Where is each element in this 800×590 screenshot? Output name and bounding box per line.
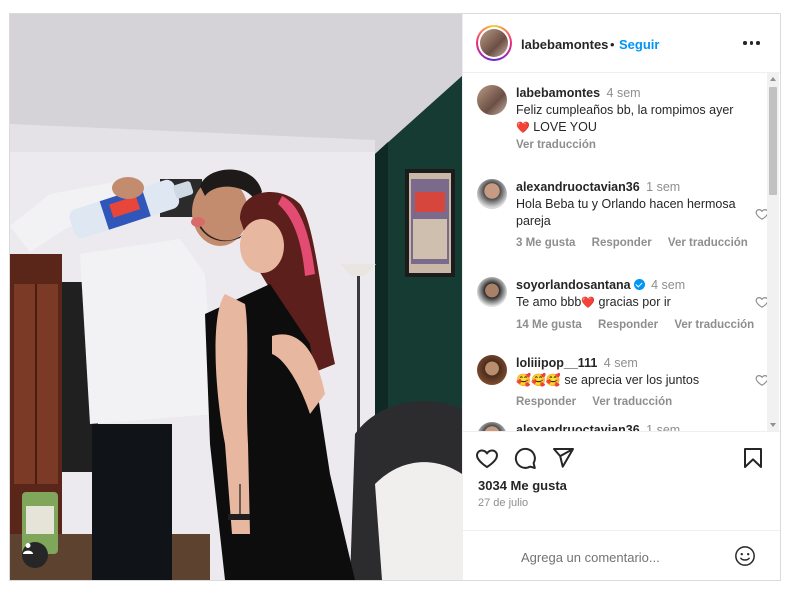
- comment-username[interactable]: alexandruoctavian36: [516, 423, 640, 431]
- post-header: labebamontes • Seguir: [463, 14, 780, 73]
- translate-link[interactable]: Ver traducción: [516, 139, 596, 151]
- separator-dot: •: [610, 37, 615, 52]
- comment-text: Te amo bbb: [516, 295, 582, 309]
- comment-time[interactable]: 4 sem: [607, 86, 641, 100]
- share-icon[interactable]: [551, 446, 575, 470]
- heart-icon[interactable]: [475, 446, 499, 470]
- reply-link[interactable]: Responder: [516, 396, 576, 408]
- follow-button[interactable]: Seguir: [619, 37, 659, 52]
- comments-list[interactable]: labebamontes 4 sem Feliz cumpleaños bb, …: [463, 73, 780, 431]
- comment-username[interactable]: loliiipop__111: [516, 356, 597, 370]
- comments-scrollbar[interactable]: [767, 73, 779, 431]
- avatar[interactable]: [477, 179, 507, 209]
- comment-username[interactable]: labebamontes: [516, 86, 600, 100]
- comment-text: se aprecia ver los juntos: [564, 373, 700, 387]
- comment-text: Hola Beba tu y Orlando hacen hermosa par…: [516, 197, 736, 228]
- post-side-panel: labebamontes • Seguir labebamontes 4 sem…: [462, 14, 780, 580]
- bookmark-icon[interactable]: [741, 446, 765, 470]
- heart-emoji: ❤️: [516, 122, 530, 134]
- scroll-down-arrow-icon[interactable]: [770, 423, 776, 427]
- comment-time[interactable]: 1 sem: [646, 423, 680, 431]
- comment-input[interactable]: [519, 546, 733, 568]
- comment-username[interactable]: soyorlandosantana: [516, 278, 631, 292]
- comment-time[interactable]: 4 sem: [604, 356, 638, 370]
- comment-time[interactable]: 4 sem: [651, 278, 685, 292]
- comment-likes[interactable]: 3 Me gusta: [516, 237, 575, 249]
- comment-time[interactable]: 1 sem: [646, 180, 680, 194]
- heart-emoji: ❤️: [581, 297, 596, 309]
- smiling-hearts-emoji: 🥰🥰🥰: [516, 373, 561, 387]
- verified-badge-icon: [633, 279, 645, 290]
- comment-text-2: LOVE YOU: [533, 120, 597, 134]
- post-photo[interactable]: [10, 14, 462, 580]
- photo-illustration: [10, 14, 462, 580]
- reply-link[interactable]: Responder: [592, 237, 652, 249]
- scrollbar-thumb[interactable]: [769, 87, 777, 195]
- reply-link[interactable]: Responder: [598, 319, 658, 331]
- post-actions-section: 3034 Me gusta 27 de julio: [463, 431, 780, 580]
- user-icon: [23, 543, 33, 554]
- avatar[interactable]: [477, 422, 507, 431]
- add-comment-bar: [463, 530, 780, 580]
- more-horizontal-icon[interactable]: [743, 37, 763, 49]
- author-username[interactable]: labebamontes: [521, 37, 608, 52]
- author-avatar[interactable]: [476, 25, 512, 61]
- avatar[interactable]: [477, 277, 507, 307]
- comment-likes[interactable]: 14 Me gusta: [516, 319, 582, 331]
- comment-icon[interactable]: [513, 446, 537, 470]
- post-date[interactable]: 27 de julio: [478, 497, 528, 509]
- avatar[interactable]: [477, 355, 507, 385]
- instagram-post: labebamontes • Seguir labebamontes 4 sem…: [9, 13, 781, 581]
- tagged-users-button[interactable]: [22, 542, 48, 568]
- likes-count[interactable]: 3034 Me gusta: [478, 478, 567, 493]
- avatar[interactable]: [477, 85, 507, 115]
- comment-username[interactable]: alexandruoctavian36: [516, 180, 640, 194]
- comment-text-2: gracias por ir: [598, 295, 671, 309]
- comment-text: Feliz cumpleaños bb, la rompimos ayer: [516, 103, 734, 117]
- scroll-up-arrow-icon[interactable]: [770, 77, 776, 81]
- smiley-icon[interactable]: [734, 545, 756, 567]
- translate-link[interactable]: Ver traducción: [674, 319, 754, 331]
- translate-link[interactable]: Ver traducción: [668, 237, 748, 249]
- translate-link[interactable]: Ver traducción: [592, 396, 672, 408]
